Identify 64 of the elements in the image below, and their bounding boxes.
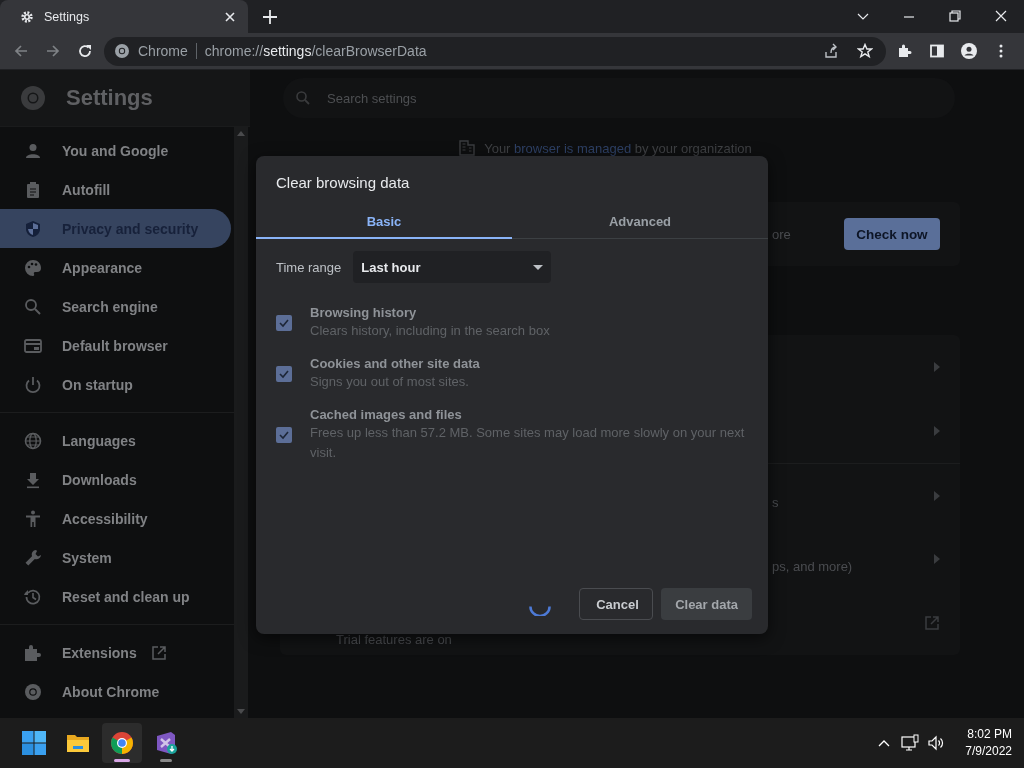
clock[interactable]: 8:02 PM 7/9/2022	[965, 726, 1012, 760]
page-title: Settings	[66, 85, 153, 111]
check-icon	[278, 368, 290, 380]
search-field[interactable]: Search settings	[283, 78, 955, 118]
dialog-tab[interactable]: Basic	[256, 205, 512, 239]
sidebar-item[interactable]: Appearance	[0, 248, 231, 287]
download-icon	[24, 470, 42, 489]
option-title: Cookies and other site data	[310, 356, 480, 371]
check-icon	[278, 429, 290, 441]
speaker-icon[interactable]	[927, 734, 946, 752]
sidebar-item[interactable]: Autofill	[0, 170, 231, 209]
dialog-tab[interactable]: Advanced	[512, 205, 768, 239]
search-icon	[295, 90, 311, 106]
circle-logo-icon	[24, 682, 42, 701]
close-icon[interactable]	[224, 10, 236, 23]
sidebar-item[interactable]: Reset and clean up	[0, 577, 231, 616]
search-icon	[24, 297, 42, 316]
sidebar-item[interactable]: Default browser	[0, 326, 231, 365]
shield-icon	[24, 219, 42, 238]
palette-icon	[24, 258, 42, 277]
sidebar-item[interactable]: Languages	[0, 421, 231, 460]
sidebar-item[interactable]: Accessibility	[0, 499, 231, 538]
history-icon	[24, 587, 42, 606]
building-icon	[458, 139, 477, 157]
field-label: Time range	[276, 259, 342, 275]
sidebar-item[interactable]: System	[0, 538, 231, 577]
windows-logo-icon	[21, 730, 47, 756]
row-text: ps, and more)	[772, 559, 853, 576]
wrench-icon	[24, 548, 42, 567]
clipboard-icon	[24, 180, 42, 199]
circle-logo-icon	[114, 43, 130, 59]
check-icon	[278, 317, 290, 329]
address-bar[interactable]: Chrome chrome://settings/clearBrowserData	[104, 36, 886, 66]
plus-icon[interactable]	[262, 9, 278, 25]
browser-tab[interactable]: Settings	[0, 0, 248, 33]
option-title: Cached images and files	[310, 407, 463, 422]
globe-icon	[24, 431, 42, 450]
person-icon	[24, 141, 42, 160]
option-title: Browsing history	[310, 305, 418, 320]
figure-icon	[24, 509, 42, 528]
site-label: Chrome	[138, 43, 188, 59]
url-text: chrome://settings/clearBrowserData	[204, 43, 428, 59]
sidebar-item[interactable]: Extensions	[0, 633, 231, 672]
sidebar-item[interactable]: On startup	[0, 365, 231, 404]
browser-window-icon	[24, 336, 42, 355]
puzzle-icon	[24, 643, 42, 662]
time-range-dropdown[interactable]: Last hour	[353, 251, 552, 283]
sidebar-item[interactable]: Downloads	[0, 460, 231, 499]
check-now-button[interactable]: Check now	[844, 218, 940, 250]
browser-logo-icon	[109, 730, 135, 756]
dialog-title: Clear browsing data	[275, 173, 411, 191]
power-icon	[24, 375, 42, 394]
taskbar-app[interactable]	[102, 723, 142, 763]
sidebar-item[interactable]: You and Google	[0, 131, 231, 170]
sidebar-item[interactable]: About Chrome	[0, 672, 231, 711]
cancel-button[interactable]: Cancel	[579, 588, 654, 620]
tab-title: Settings	[44, 9, 91, 24]
option-description: Frees up less than 57.2 MB. Some sites may load more slowly on your next visit.	[310, 424, 746, 462]
card-text: ore	[772, 226, 791, 242]
network-icon[interactable]	[901, 734, 920, 752]
caret-icon	[533, 264, 544, 270]
sidebar-item[interactable]: Search engine	[0, 287, 231, 326]
gear-icon	[20, 9, 34, 24]
circle-logo-icon	[20, 85, 46, 111]
